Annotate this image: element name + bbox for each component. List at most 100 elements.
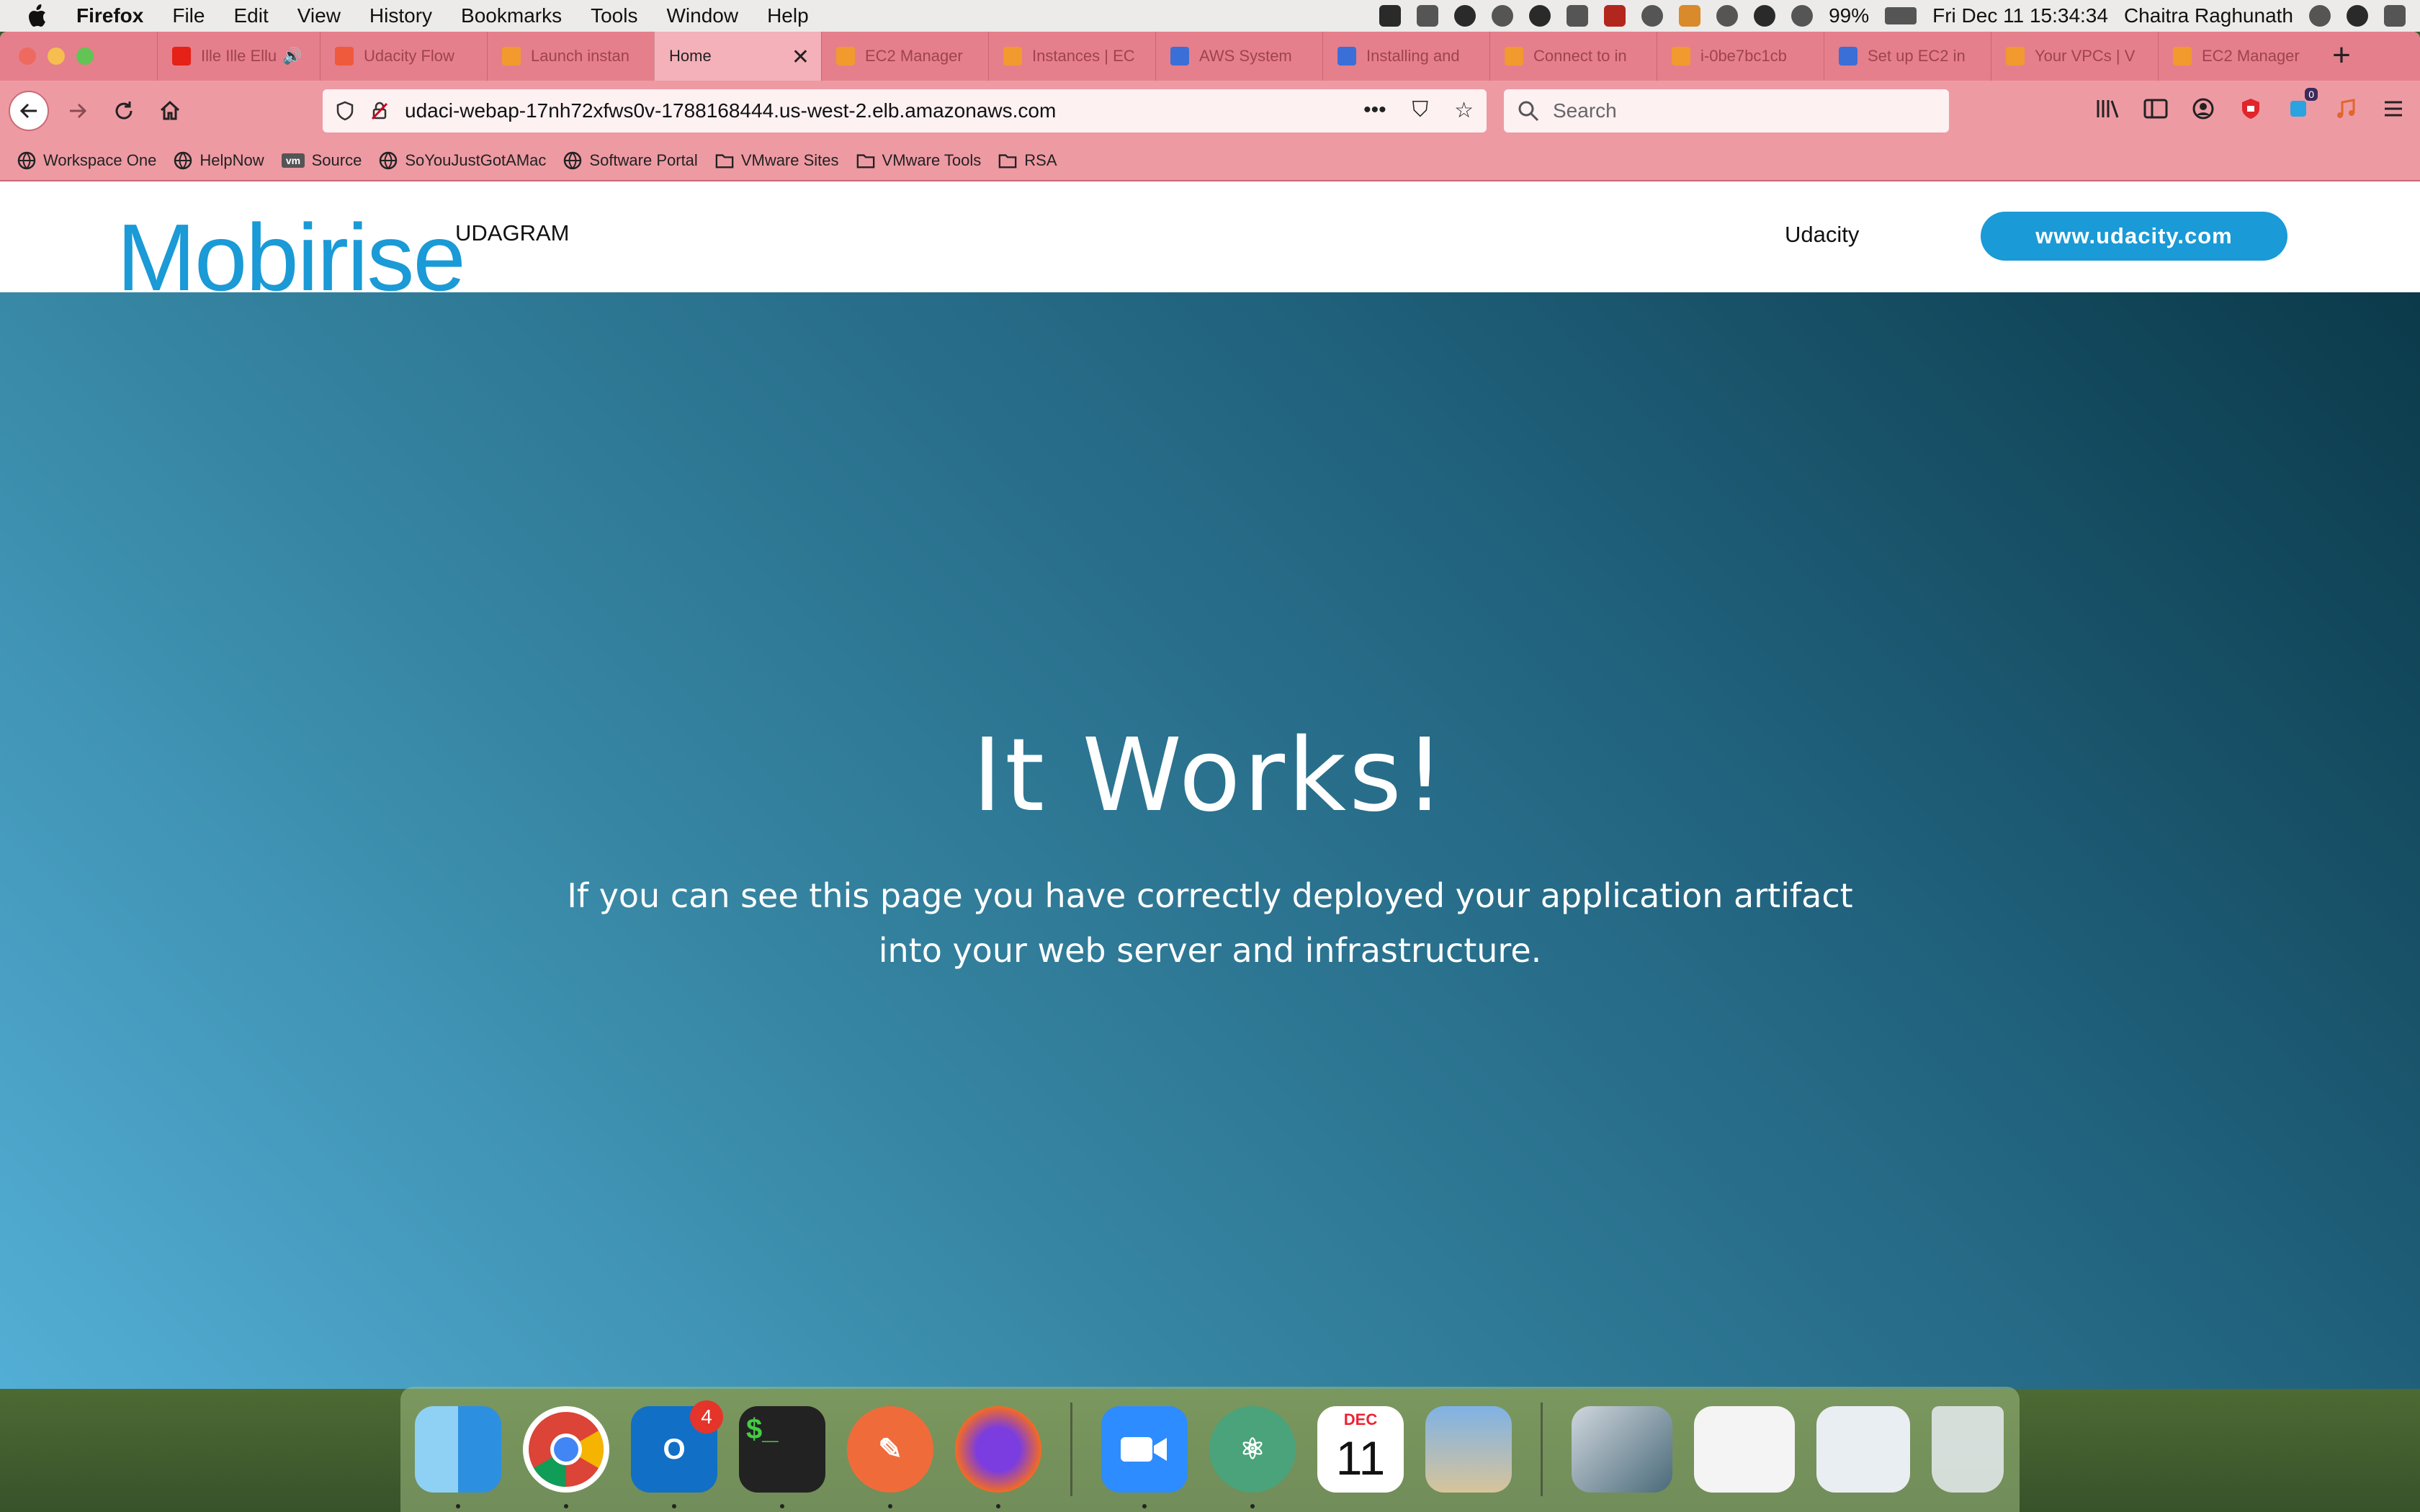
notification-center-icon[interactable] (2384, 5, 2406, 27)
library-icon[interactable] (2096, 96, 2120, 121)
bookmark-workspace-one[interactable]: Workspace One (17, 151, 156, 170)
bluetooth-extension-icon[interactable] (1641, 5, 1664, 27)
tab-setup-ec2[interactable]: Set up EC2 in (1824, 32, 1991, 81)
bookmark-folder-vmware-sites[interactable]: VMware Sites (715, 151, 839, 170)
bookmark-folder-vmware-tools[interactable]: VMware Tools (856, 151, 981, 170)
bookmark-star-icon[interactable]: ☆ (1454, 98, 1474, 123)
menu-edit[interactable]: Edit (233, 4, 268, 27)
clock[interactable]: Fri Dec 11 15:34:34 (1932, 4, 2108, 27)
aws-cube-icon (1672, 47, 1690, 66)
brand-name[interactable]: UDAGRAM (455, 220, 569, 246)
globe-icon (564, 151, 582, 170)
settings-status-icon[interactable] (1567, 5, 1589, 27)
zoom-icon[interactable] (1101, 1406, 1188, 1508)
menu-file[interactable]: File (172, 4, 205, 27)
ublock-shield-icon[interactable] (2238, 96, 2263, 121)
url-bar[interactable]: udaci-webap-17nh72xfws0v-1788168444.us-w… (323, 89, 1487, 132)
menu-history[interactable]: History (369, 4, 432, 27)
mobirise-logo[interactable]: Mobirise (117, 210, 466, 305)
menu-help[interactable]: Help (767, 4, 809, 27)
udacity-cta-button[interactable]: www.udacity.com (1981, 212, 2287, 261)
trash-icon[interactable] (1932, 1406, 2004, 1493)
bookmark-soyoujustgotamac[interactable]: SoYouJustGotAMac (379, 151, 546, 170)
globe-status-icon[interactable] (1492, 5, 1514, 27)
creative-cloud-icon[interactable] (1454, 5, 1476, 27)
volume-icon[interactable] (1716, 5, 1739, 27)
tab-ec2-manager-2[interactable]: EC2 Manager (2158, 32, 2325, 81)
apple-menu-icon[interactable] (26, 4, 48, 28)
tab-instance-id[interactable]: i-0be7bc1cb (1657, 32, 1824, 81)
tab-connect[interactable]: Connect to in (1489, 32, 1657, 81)
menu-view[interactable]: View (297, 4, 341, 27)
account-icon[interactable] (2191, 96, 2215, 121)
bookmark-folder-rsa[interactable]: RSA (998, 151, 1057, 170)
minimize-window-button[interactable] (48, 48, 65, 65)
tracking-shield-icon[interactable] (336, 101, 354, 121)
back-button[interactable] (9, 91, 49, 131)
menu-bookmarks[interactable]: Bookmarks (461, 4, 562, 27)
tab-installing[interactable]: Installing and (1322, 32, 1489, 81)
menu-app-name[interactable]: Firefox (76, 4, 143, 27)
new-tab-button[interactable]: + (2323, 37, 2360, 73)
tab-udacity-flow[interactable]: Udacity Flow (320, 32, 487, 81)
forward-button[interactable] (58, 91, 98, 131)
firefox-icon[interactable] (955, 1406, 1041, 1508)
outlook-icon[interactable]: O4 (631, 1400, 723, 1508)
menu-tools[interactable]: Tools (591, 4, 637, 27)
tab-ec2-manager[interactable]: EC2 Manager (821, 32, 988, 81)
tab-label: Your VPCs | V (2035, 47, 2136, 65)
preview-icon[interactable] (1425, 1406, 1512, 1493)
tab-aws-system[interactable]: AWS System (1155, 32, 1322, 81)
bluetooth-icon[interactable] (1754, 5, 1776, 27)
sidebar-icon[interactable] (2143, 96, 2168, 121)
reload-button[interactable] (104, 91, 144, 131)
tab-youtube[interactable]: Ille Ille Ellu 🔊 (157, 32, 320, 81)
tab-home[interactable]: Home ✕ (654, 32, 821, 81)
zoom-status-icon[interactable] (1379, 5, 1402, 27)
nav-link-udacity[interactable]: Udacity (1785, 222, 1859, 248)
insecure-lock-icon[interactable] (370, 102, 389, 120)
nav-toolbar: udaci-webap-17nh72xfws0v-1788168444.us-w… (0, 81, 2420, 141)
speaker-icon[interactable]: 🔊 (282, 47, 302, 66)
user-name[interactable]: Chaitra Raghunath (2124, 4, 2293, 27)
search-status-icon[interactable] (1529, 5, 1551, 27)
pocket-icon[interactable]: ⛉ (1412, 98, 1429, 123)
terminal-icon[interactable]: $_ (739, 1406, 825, 1508)
menu-window[interactable]: Window (666, 4, 738, 27)
mcafee-shield-icon[interactable] (1604, 5, 1626, 27)
tab-instances[interactable]: Instances | EC (988, 32, 1155, 81)
bookmark-software-portal[interactable]: Software Portal (563, 151, 698, 170)
tab-launch-instance[interactable]: Launch instan (487, 32, 654, 81)
siri-icon[interactable] (2347, 5, 2368, 27)
postman-icon[interactable]: ✎ (847, 1406, 933, 1508)
spotlight-search-icon[interactable] (2309, 5, 2331, 27)
youtube-icon (172, 47, 191, 66)
bookmark-source[interactable]: vm Source (281, 151, 362, 170)
close-tab-icon[interactable]: ✕ (792, 45, 810, 70)
music-extension-icon[interactable] (2334, 96, 2358, 121)
url-text[interactable]: udaci-webap-17nh72xfws0v-1788168444.us-w… (405, 99, 1056, 122)
atom-icon[interactable]: ⚛ (1209, 1406, 1296, 1508)
tab-your-vpcs[interactable]: Your VPCs | V (1991, 32, 2158, 81)
chrome-icon[interactable] (523, 1406, 609, 1508)
finder-icon[interactable] (415, 1406, 501, 1508)
outlook-document-icon[interactable] (1816, 1406, 1910, 1493)
fullscreen-window-button[interactable] (76, 48, 94, 65)
search-placeholder: Search (1553, 99, 1617, 122)
home-button[interactable] (150, 91, 190, 131)
screenshot-thumbnail-icon[interactable] (1694, 1406, 1795, 1493)
amazon-icon[interactable] (1679, 5, 1701, 27)
battery-icon[interactable] (1885, 7, 1917, 24)
close-window-button[interactable] (19, 48, 36, 65)
hamburger-menu-icon[interactable] (2381, 96, 2406, 121)
bookmark-helpnow[interactable]: HelpNow (174, 151, 264, 170)
dropbox-icon[interactable] (1417, 5, 1439, 27)
page-actions-menu-icon[interactable]: ••• (1363, 98, 1386, 123)
globe-icon (380, 151, 398, 170)
vmware-fusion-icon[interactable] (1572, 1406, 1672, 1493)
calendar-icon[interactable]: DEC 11 (1317, 1406, 1404, 1493)
extension-icon[interactable]: 0 (2286, 88, 2318, 121)
wifi-icon[interactable] (1791, 5, 1814, 27)
folder-icon (998, 154, 1017, 168)
search-bar[interactable]: Search (1504, 89, 1949, 132)
